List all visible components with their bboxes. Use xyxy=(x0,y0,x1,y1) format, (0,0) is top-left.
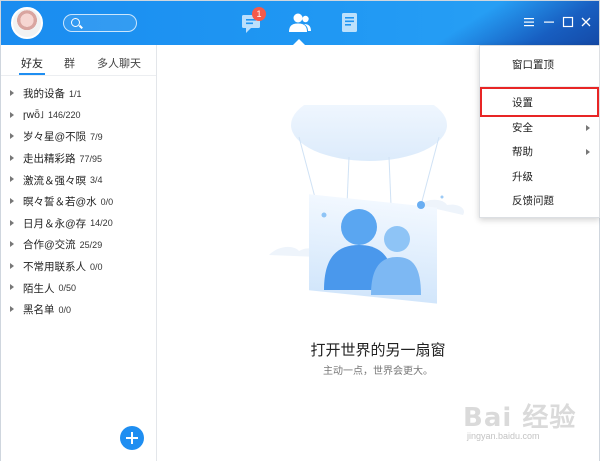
group-count: 146/220 xyxy=(47,110,81,121)
contacts-sidebar: 好友 群 多人聊天 我的设备 1/1 ɼwȫ˩ 146/220 岁々星@不陨 7/9 … xyxy=(1,45,157,461)
group-name: 陌生人 xyxy=(23,282,55,295)
expand-arrow-icon xyxy=(10,197,14,204)
title-bar: 1 xyxy=(1,1,599,45)
group-name: 激流＆强々暝 xyxy=(23,174,86,187)
group-count: 14/20 xyxy=(90,218,113,229)
contacts-icon xyxy=(289,13,311,32)
menu-item-upgrade[interactable]: 升级 xyxy=(480,166,599,189)
hamburger-icon xyxy=(524,18,534,27)
expand-arrow-icon xyxy=(10,90,14,96)
friend-group-list: 我的设备 1/1 ɼwȫ˩ 146/220 岁々星@不陨 7/9 走出精彩路 77/95… xyxy=(1,83,157,321)
minimize-icon xyxy=(544,21,554,23)
group-count: 0/50 xyxy=(58,283,77,294)
menu-item-pin-window[interactable]: 窗口置顶 xyxy=(480,54,599,77)
friend-group[interactable]: 不常用联系人 0/0 xyxy=(1,256,157,278)
empty-state-title: 打开世界的另一扇窗 xyxy=(310,342,446,359)
qq-main-window: 1 好友 群 多人聊天 我的设备 1/1 ɼwȫ˩ 146/220 岁々星@不陨… xyxy=(0,0,600,461)
baidu-watermark: Bai 经验 jingyan.baidu.com xyxy=(457,393,597,453)
group-name: 黑名单 xyxy=(23,304,55,317)
friend-group[interactable]: 走出精彩路 77/95 xyxy=(1,148,157,170)
group-count: 0/0 xyxy=(100,196,114,207)
nav-messages-button[interactable]: 1 xyxy=(240,7,266,35)
friend-group[interactable]: 激流＆强々暝 3/4 xyxy=(1,169,157,191)
search-box[interactable] xyxy=(63,14,137,32)
menu-item-help[interactable]: 帮助 xyxy=(480,141,599,164)
group-count: 77/95 xyxy=(79,153,103,164)
group-name: 不常用联系人 xyxy=(23,261,86,274)
unread-badge: 1 xyxy=(252,7,266,21)
menu-item-label: 帮助 xyxy=(512,146,533,158)
group-count: 7/9 xyxy=(90,131,103,142)
group-count: 0/0 xyxy=(58,304,72,315)
submenu-arrow-icon xyxy=(586,149,590,155)
group-name: 合作@交流 xyxy=(23,239,76,252)
friend-group[interactable]: 黑名单 0/0 xyxy=(1,299,157,321)
menu-item-security[interactable]: 安全 xyxy=(480,117,599,140)
friend-group[interactable]: ɼwȫ˩ 146/220 xyxy=(1,105,157,127)
nav-contacts-button[interactable] xyxy=(287,11,313,35)
expand-arrow-icon xyxy=(10,241,14,248)
expand-arrow-icon xyxy=(10,284,14,291)
friend-group[interactable]: 日月＆永@存 14/20 xyxy=(1,213,157,235)
friend-group[interactable]: 陌生人 0/50 xyxy=(1,277,157,299)
document-icon xyxy=(342,13,357,32)
search-icon xyxy=(71,18,80,27)
group-name: 我的设备 xyxy=(23,88,65,101)
maximize-icon xyxy=(562,16,574,28)
tab-friends[interactable]: 好友 xyxy=(21,55,43,71)
contacts-tabs: 好友 群 多人聊天 xyxy=(1,45,157,76)
group-count: 3/4 xyxy=(90,175,103,186)
balloon-illustration xyxy=(269,105,465,304)
group-name: 岁々星@不陨 xyxy=(23,131,87,144)
close-button[interactable] xyxy=(579,15,593,29)
expand-arrow-icon xyxy=(10,111,14,118)
watermark-url: jingyan.baidu.com xyxy=(467,431,540,441)
submenu-arrow-icon xyxy=(586,125,590,131)
expand-arrow-icon xyxy=(10,305,14,312)
menu-item-feedback[interactable]: 反馈问题 xyxy=(480,190,599,213)
group-count: 1/1 xyxy=(69,88,82,99)
main-menu-dropdown: 窗口置顶 设置 安全 帮助 升级 反馈问题 xyxy=(479,45,600,218)
expand-arrow-icon xyxy=(10,219,14,226)
minimize-button[interactable] xyxy=(542,15,556,29)
friend-group[interactable]: 岁々星@不陨 7/9 xyxy=(1,126,157,148)
friend-group[interactable]: 合作@交流 25/29 xyxy=(1,234,157,256)
expand-arrow-icon xyxy=(10,176,14,183)
tab-multi-chat[interactable]: 多人聊天 xyxy=(97,55,141,71)
group-count: 0/0 xyxy=(90,261,103,272)
friend-group[interactable]: 我的设备 1/1 xyxy=(1,83,157,105)
group-name: 暝々誓＆若@水 xyxy=(23,196,97,209)
group-name: 走出精彩路 xyxy=(23,153,76,166)
tab-groups[interactable]: 群 xyxy=(64,55,75,71)
friend-group[interactable]: 暝々誓＆若@水 0/0 xyxy=(1,191,157,213)
group-name: ɼwȫ˩ xyxy=(23,109,44,122)
group-count: 25/29 xyxy=(79,239,103,250)
user-avatar[interactable] xyxy=(11,7,43,39)
tabs-divider xyxy=(1,75,156,76)
expand-arrow-icon xyxy=(10,262,14,269)
expand-arrow-icon xyxy=(10,133,14,140)
settings-highlight-box xyxy=(480,87,599,117)
close-icon xyxy=(581,17,591,27)
menu-item-label: 安全 xyxy=(512,122,533,134)
maximize-button[interactable] xyxy=(561,15,575,29)
watermark-text: Bai 经验 xyxy=(463,403,577,433)
nav-qzone-button[interactable] xyxy=(337,11,363,35)
group-name: 日月＆永@存 xyxy=(23,217,87,230)
expand-arrow-icon xyxy=(10,154,14,161)
add-contact-button[interactable] xyxy=(120,426,144,450)
main-menu-button[interactable] xyxy=(522,15,536,29)
empty-state-subtitle: 主动一点，世界会更大。 xyxy=(323,366,433,377)
